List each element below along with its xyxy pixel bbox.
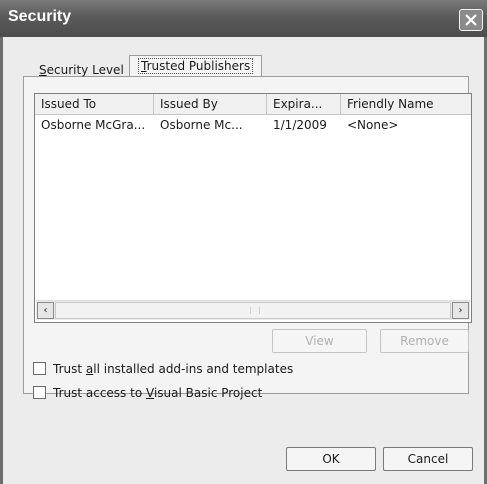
tab-trusted-publishers[interactable]: Trusted Publishers: [129, 55, 263, 76]
trust-vba-project-label: Trust access to Visual Basic Project: [53, 386, 263, 400]
tab-trusted-publishers-label: rusted Publishers: [146, 59, 251, 73]
column-header-expiration[interactable]: Expira...: [267, 94, 341, 114]
cancel-button[interactable]: Cancel: [383, 447, 473, 471]
column-header-issued-by[interactable]: Issued By: [154, 94, 267, 114]
list-header: Issued To Issued By Expira... Friendly N…: [35, 94, 471, 115]
trust-vba-project-access-key: V: [146, 386, 154, 400]
publishers-list[interactable]: Issued To Issued By Expira... Friendly N…: [34, 93, 472, 323]
view-button[interactable]: View: [272, 329, 367, 353]
ok-button[interactable]: OK: [286, 447, 376, 471]
remove-button[interactable]: Remove: [380, 329, 469, 353]
trust-vba-project-checkbox[interactable]: [33, 386, 46, 399]
tab-security-level-access-key: S: [39, 63, 47, 77]
grip-icon: [250, 307, 260, 314]
chevron-right-icon: ›: [458, 305, 463, 316]
chevron-left-icon: ‹: [43, 305, 48, 316]
trust-add-ins-checkbox[interactable]: [33, 362, 46, 375]
scroll-right-button[interactable]: ›: [452, 302, 469, 319]
scroll-left-button[interactable]: ‹: [37, 302, 54, 319]
cell-friendly-name: <None>: [347, 118, 399, 132]
list-row[interactable]: Osborne McGra... Osborne Mc... 1/1/2009 …: [35, 116, 471, 134]
column-header-friendly-name[interactable]: Friendly Name: [341, 94, 473, 114]
close-button[interactable]: [459, 9, 483, 31]
tab-security-level-label: ecurity Level: [46, 63, 124, 77]
cell-expiration: 1/1/2009: [273, 118, 327, 132]
trust-add-ins-label: Trust all installed add-ins and template…: [53, 362, 294, 376]
window-title: Security: [8, 8, 72, 25]
horizontal-scrollbar[interactable]: ‹ ›: [36, 300, 470, 320]
cell-issued-by: Osborne Mc...: [160, 118, 243, 132]
title-bar: Security: [0, 0, 487, 37]
scrollbar-thumb[interactable]: [55, 302, 451, 319]
column-header-issued-to[interactable]: Issued To: [35, 94, 154, 114]
tab-focus-rect: Trusted Publishers: [138, 58, 254, 74]
cell-issued-to: Osborne McGra...: [41, 118, 146, 132]
close-icon: [465, 14, 477, 26]
tab-security-level[interactable]: Security Level: [33, 60, 130, 80]
